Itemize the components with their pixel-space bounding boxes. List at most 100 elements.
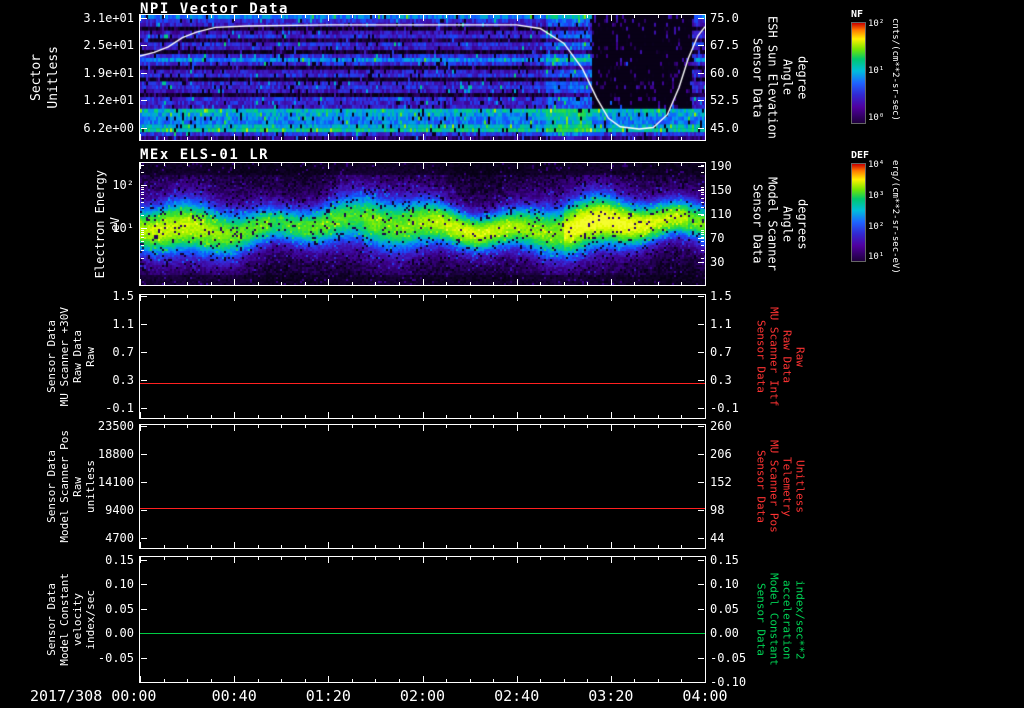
- y-tick-mark: [141, 17, 147, 19]
- x-tick-mark: [516, 676, 518, 682]
- x-tick-mark: [634, 163, 636, 166]
- y-tick-mark: [698, 537, 704, 539]
- nf-colorbar: [851, 22, 866, 124]
- y-tick-label: -0.05: [710, 650, 747, 665]
- y-minor-tick-mark: [701, 240, 704, 242]
- x-tick-mark: [234, 412, 236, 418]
- y-tick-mark: [698, 100, 704, 101]
- x-tick-mark: [563, 425, 565, 428]
- axis-label-line: Model Constant: [767, 573, 781, 666]
- y-minor-tick-mark: [141, 186, 144, 188]
- axis-label-line: Sensor Data: [750, 184, 765, 264]
- x-tick-mark: [281, 679, 283, 682]
- y-tick-mark: [698, 682, 704, 683]
- x-tick-mark: [328, 295, 330, 301]
- x-tick-mark: [493, 15, 495, 18]
- x-tick-mark: [540, 295, 542, 298]
- y-minor-tick-mark: [141, 237, 144, 239]
- y-tick-label: 6.2e+00: [83, 120, 134, 135]
- x-tick-mark: [234, 279, 236, 285]
- y-tick-label: 0.05: [710, 601, 739, 616]
- y-tick-label: 75.0: [710, 10, 739, 25]
- y-tick-mark: [141, 407, 147, 409]
- x-tick-mark: [516, 279, 518, 285]
- x-tick-mark: [469, 295, 471, 298]
- y-tick-mark: [141, 509, 147, 511]
- x-tick-mark: [257, 679, 259, 682]
- x-tick-mark: [234, 134, 236, 140]
- axis-label-line: Sensor Data: [754, 583, 768, 656]
- x-tick-mark: [304, 295, 306, 298]
- y-tick-mark: [141, 379, 147, 381]
- x-tick-mark: [234, 542, 236, 548]
- axis-label-line: degrees: [795, 198, 810, 250]
- y-tick-mark: [698, 657, 704, 659]
- y-minor-tick-mark: [701, 244, 704, 246]
- x-tick-mark: [375, 415, 377, 418]
- x-tick-mark: [351, 15, 353, 18]
- npi-spectrogram-canvas: [140, 15, 705, 140]
- x-tick-mark: [398, 415, 400, 418]
- y-minor-tick-mark: [701, 237, 704, 239]
- x-tick-mark: [210, 425, 212, 428]
- x-tick-mark: [398, 545, 400, 548]
- x-tick-mark: [351, 295, 353, 298]
- y-tick-label: 1.1: [710, 317, 732, 332]
- x-tick-mark: [163, 679, 165, 682]
- x-tick-mark: [375, 282, 377, 285]
- x-tick-mark: [187, 679, 189, 682]
- panel1-left-axis-label: Sector Unitless: [24, 15, 66, 140]
- x-tick-mark: [681, 163, 683, 166]
- y-tick-label: 1.2e+01: [83, 93, 134, 107]
- axis-label-line: Sensor Data: [754, 450, 768, 523]
- y-tick-label: 206: [710, 447, 732, 462]
- y-minor-tick-mark: [701, 231, 704, 233]
- y-tick-mark: [698, 584, 704, 585]
- x-tick-mark: [587, 425, 589, 428]
- x-tick-mark: [328, 676, 330, 682]
- x-tick-mark: [328, 163, 330, 169]
- x-tick-mark: [587, 137, 589, 140]
- y-tick-label: 0.7: [710, 344, 732, 359]
- x-tick-mark: [422, 163, 424, 169]
- y-tick-mark: [141, 45, 147, 46]
- x-tick-mark: [587, 15, 589, 18]
- y-tick-label: 0.10: [710, 577, 739, 591]
- x-tick-label: 02:40: [494, 687, 540, 705]
- x-tick-mark: [657, 15, 659, 18]
- x-tick-mark: [657, 295, 659, 298]
- x-tick-mark: [681, 679, 683, 682]
- y-tick-mark: [141, 351, 147, 353]
- x-tick-mark: [610, 412, 612, 418]
- y-tick-mark: [698, 379, 704, 381]
- x-tick-mark: [493, 557, 495, 560]
- y-tick-label: 190: [710, 159, 732, 174]
- x-tick-mark: [446, 163, 448, 166]
- x-tick-mark: [563, 137, 565, 140]
- y-tick-mark: [141, 584, 147, 585]
- x-tick-mark: [657, 679, 659, 682]
- x-tick-mark: [281, 137, 283, 140]
- x-tick-mark: [257, 163, 259, 166]
- y-tick-label: 3.1e+01: [83, 10, 134, 25]
- x-tick-mark: [634, 15, 636, 18]
- x-tick-mark: [493, 137, 495, 140]
- y-tick-mark: [698, 17, 704, 19]
- x-tick-mark: [634, 679, 636, 682]
- x-tick-mark: [304, 15, 306, 18]
- y-minor-tick-mark: [701, 234, 704, 236]
- axis-label-line: degree: [795, 55, 810, 100]
- x-tick-mark: [469, 425, 471, 428]
- y-minor-tick-mark: [141, 189, 144, 191]
- y-tick-mark: [141, 559, 147, 561]
- x-axis-date-label: 2017/308 00:00: [30, 687, 157, 705]
- x-tick-mark: [516, 557, 518, 563]
- x-tick-mark: [657, 163, 659, 166]
- x-tick-mark: [610, 279, 612, 285]
- y-tick-mark: [698, 72, 704, 74]
- panel3-right-axis-label: Sensor Data MU Scanner Intf Raw Data Raw: [752, 295, 808, 418]
- x-tick-mark: [493, 282, 495, 285]
- axis-label-line: Telemetry: [780, 456, 794, 517]
- y-tick-mark: [698, 559, 704, 561]
- x-tick-mark: [469, 137, 471, 140]
